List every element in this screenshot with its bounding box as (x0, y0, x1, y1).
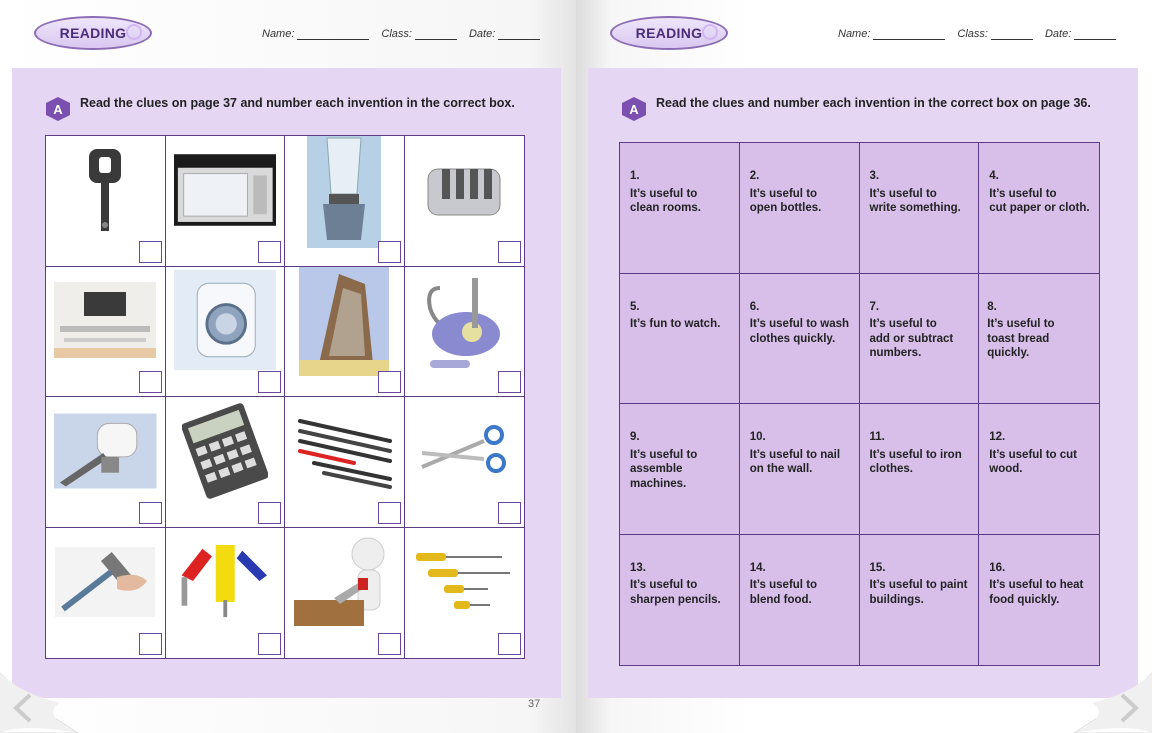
instruction-text: Read the clues and number each invention… (656, 96, 1091, 110)
clue-cell: 4. It’s useful to cut paper or cloth. (979, 143, 1099, 274)
vacuum-cleaner-icon (427, 278, 501, 369)
number-box[interactable] (377, 240, 401, 263)
pencil-sharpener-icon (54, 413, 157, 489)
pens-icon (298, 418, 393, 489)
calculator-icon (181, 403, 268, 499)
blender-icon (307, 136, 382, 248)
clue-cell: 13. It’s useful to sharpen pencils. (620, 534, 740, 665)
grid-cell (285, 397, 405, 528)
number-box[interactable] (138, 240, 162, 263)
hammer-icon (55, 546, 156, 617)
header-fields: Name: Class: Date: (262, 28, 541, 40)
page-number: 37 (528, 698, 541, 710)
scissors-icon (421, 424, 507, 473)
clue-cell: 7. It’s useful to add or subtract numbers… (859, 273, 980, 404)
date-label: Date: (1044, 28, 1072, 40)
class-field[interactable] (414, 30, 457, 40)
name-field[interactable] (297, 30, 370, 40)
clue-grid: 1. It’s useful to clean rooms. 2. It’s use… (619, 142, 1100, 666)
number-box[interactable] (498, 371, 521, 393)
number-box[interactable] (498, 501, 521, 524)
grid-cell (404, 266, 524, 397)
clue-cell: 1. It’s useful to clean rooms. (620, 143, 740, 274)
date-field[interactable] (498, 30, 541, 40)
name-label: Name: (838, 28, 871, 40)
swirl-icon (126, 24, 142, 40)
number-box[interactable] (498, 240, 521, 263)
screwdrivers-icon (416, 552, 511, 609)
clue-cell: 10. It’s useful to nail on the wall. (739, 404, 860, 535)
number-box[interactable] (258, 240, 281, 263)
number-box[interactable] (377, 501, 401, 524)
date-field[interactable] (1074, 30, 1117, 40)
header-fields: Name: Class: Date: (838, 28, 1117, 40)
grid-cell (165, 136, 285, 267)
instruction-text: Read the clues on page 37 and number eac… (80, 96, 515, 110)
grid-cell (404, 136, 524, 267)
clue-cell: 11. It’s useful to iron clothes. (859, 404, 980, 535)
grid-cell (165, 266, 285, 397)
number-box[interactable] (377, 633, 401, 655)
paint-rollers-icon (181, 544, 267, 617)
saw-icon (294, 537, 385, 626)
grid-cell (285, 266, 405, 397)
toaster-icon (427, 168, 501, 216)
grid-cell (165, 397, 285, 528)
clue-cell: 15. It’s useful to paint buildings. (860, 534, 980, 665)
name-field[interactable] (873, 30, 946, 40)
next-page-arrow-icon[interactable] (1118, 693, 1140, 723)
bottle-opener-icon (89, 148, 122, 231)
clue-cell: 2. It’s useful to open bottles. (739, 143, 860, 274)
number-box[interactable] (498, 633, 521, 655)
clue-cell: 9. It’s useful to assemble machines. (620, 404, 740, 535)
previous-page-arrow-icon[interactable] (12, 693, 34, 723)
number-box[interactable] (258, 371, 281, 393)
grid-cell (404, 397, 524, 528)
reading-badge-label: READING (59, 25, 127, 41)
number-box[interactable] (377, 371, 401, 393)
number-box[interactable] (138, 633, 162, 655)
invention-grid (45, 135, 525, 659)
reading-badge: READING (610, 16, 728, 50)
grid-cell (285, 136, 405, 267)
reading-badge-label: READING (635, 25, 703, 41)
microwave-icon (173, 153, 276, 226)
grid-cell (165, 527, 285, 658)
television-icon (54, 282, 157, 359)
number-box[interactable] (258, 501, 281, 524)
clue-cell: 5. It’s fun to watch. (620, 273, 740, 404)
swirl-icon (702, 24, 718, 40)
class-label: Class: (381, 28, 412, 40)
grid-cell (46, 397, 166, 528)
number-box[interactable] (138, 371, 162, 393)
clue-cell: 8. It’s useful to toast bread quickly. (979, 274, 1099, 404)
class-field[interactable] (990, 30, 1033, 40)
clue-cell: 14. It’s useful to blend food. (740, 534, 860, 665)
grid-cell (46, 266, 166, 397)
class-label: Class: (957, 28, 988, 40)
grid-cell (46, 136, 166, 267)
name-label: Name: (262, 28, 295, 40)
number-box[interactable] (258, 633, 281, 655)
grid-cell (285, 527, 405, 658)
left-page: READING Name: Class: Date: A Read the cl… (0, 0, 576, 733)
reading-badge: READING (34, 16, 152, 50)
washing-machine-icon (173, 269, 276, 371)
iron-icon (299, 266, 390, 377)
date-label: Date: (468, 28, 496, 40)
number-box[interactable] (138, 501, 162, 524)
clue-cell: 12. It’s useful to cut wood. (979, 404, 1099, 535)
clue-cell: 6. It’s useful to wash clothes quickly. (739, 273, 860, 404)
grid-cell (404, 527, 524, 658)
clue-cell: 3. It’s useful to write something. (859, 143, 980, 274)
